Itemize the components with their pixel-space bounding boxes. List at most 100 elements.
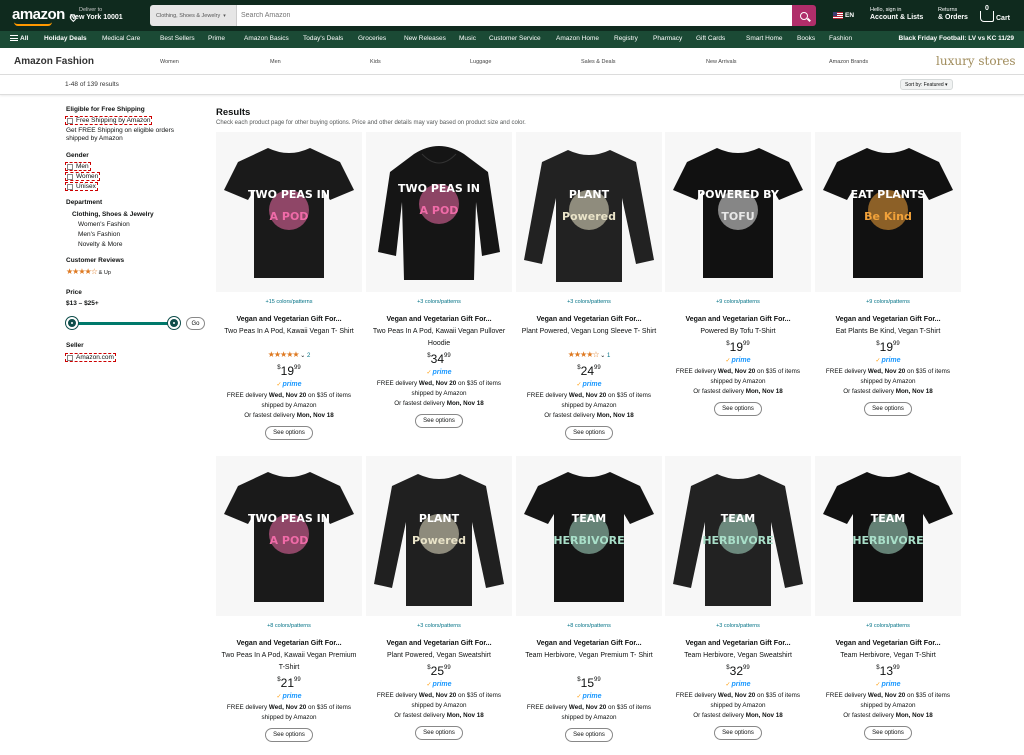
nav-item-books[interactable]: Books [797, 35, 815, 42]
see-options-button[interactable]: See options [265, 728, 313, 742]
checkbox-unisex[interactable]: Unisex [65, 182, 98, 191]
color-options-link[interactable]: +9 colors/patterns [665, 299, 811, 305]
product-image-frame[interactable]: TWO PEAS IN A POD [216, 456, 362, 616]
product-card[interactable]: TWO PEAS IN A POD +15 colors/patterns Vegan… [216, 132, 362, 440]
nav-item-medical-care[interactable]: Medical Care [102, 35, 140, 42]
product-image[interactable]: POWERED BY TOFU [665, 132, 811, 292]
product-price[interactable]: $3299 [665, 664, 811, 678]
nav-item-new-releases[interactable]: New Releases [404, 35, 446, 42]
product-title[interactable]: Powered By Tofu T-Shirt [669, 326, 807, 338]
account-lists[interactable]: Hello, sign in Account & Lists [870, 7, 923, 22]
nav-item-todays-deals[interactable]: Today's Deals [303, 35, 343, 42]
product-image-frame[interactable]: TEAM HERBIVORE [815, 456, 961, 616]
nav-item-gift-cards[interactable]: Gift Cards [696, 35, 725, 42]
see-options-button[interactable]: See options [714, 726, 762, 740]
product-price[interactable]: $1599 [516, 676, 662, 690]
product-image-frame[interactable]: PLANT Powered [366, 456, 512, 616]
product-image-frame[interactable]: EAT PLANTS Be Kind [815, 132, 961, 292]
product-rating[interactable]: ★★★★★ ⌄ 2 [216, 350, 362, 359]
color-options-link[interactable]: +9 colors/patterns [815, 299, 961, 305]
checkbox-women[interactable]: Women [65, 172, 101, 181]
rating-count[interactable]: 1 [607, 353, 610, 359]
product-price[interactable]: $1999 [665, 340, 811, 354]
product-card[interactable]: EAT PLANTS Be Kind +9 colors/patterns Vegan… [815, 132, 961, 432]
product-title[interactable]: Plant Powered, Vegan Long Sleeve T- Shir… [520, 326, 658, 338]
product-price[interactable]: $1399 [815, 664, 961, 678]
subnav-link-men[interactable]: Men [270, 59, 281, 65]
product-title[interactable]: Two Peas In A Pod, Kawaii Vegan Premium … [220, 650, 358, 674]
nav-all-menu[interactable]: All [10, 35, 28, 42]
product-price[interactable]: $1999 [216, 364, 362, 378]
product-brand-title[interactable]: Vegan and Vegetarian Gift For... [669, 315, 807, 324]
see-options-button[interactable]: See options [714, 402, 762, 416]
search-button[interactable] [792, 5, 816, 26]
product-brand-title[interactable]: Vegan and Vegetarian Gift For... [520, 315, 658, 324]
product-title[interactable]: Plant Powered, Vegan Sweatshirt [370, 650, 508, 662]
nav-promo-link[interactable]: Black Friday Football: LV vs KC 11/29 [899, 35, 1014, 42]
checkbox-free-shipping[interactable]: Free Shipping by Amazon [65, 116, 153, 125]
product-image-frame[interactable]: TEAM HERBIVORE [665, 456, 811, 616]
see-options-button[interactable]: See options [864, 726, 912, 740]
cart-button[interactable]: 0 Cart [980, 5, 1010, 22]
returns-orders[interactable]: Returns & Orders [938, 7, 968, 22]
price-slider-max-handle[interactable] [168, 317, 180, 329]
product-card[interactable]: TWO PEAS IN A POD +8 colors/patterns Vegan … [216, 456, 362, 755]
product-brand-title[interactable]: Vegan and Vegetarian Gift For... [669, 639, 807, 648]
nav-item-amazon-basics[interactable]: Amazon Basics [244, 35, 289, 42]
product-image-frame[interactable]: TWO PEAS IN A POD [366, 132, 512, 292]
product-card[interactable]: TWO PEAS IN A POD +3 colors/patterns Vegan … [366, 132, 512, 432]
product-price[interactable]: $2599 [366, 664, 512, 678]
see-options-button[interactable]: See options [265, 426, 313, 440]
product-brand-title[interactable]: Vegan and Vegetarian Gift For... [220, 639, 358, 648]
see-options-button[interactable]: See options [415, 414, 463, 428]
product-price[interactable]: $3499 [366, 352, 512, 366]
nav-item-holiday-deals[interactable]: Holiday Deals [44, 35, 87, 42]
product-image-frame[interactable]: TEAM HERBIVORE [516, 456, 662, 616]
dept-link-novelty[interactable]: Novelty & More [78, 241, 122, 248]
nav-item-best-sellers[interactable]: Best Sellers [160, 35, 195, 42]
see-options-button[interactable]: See options [415, 726, 463, 740]
checkbox-amazon-com[interactable]: Amazon.com [65, 353, 116, 362]
product-image[interactable]: TWO PEAS IN A POD [366, 132, 512, 292]
subnav-link-kids[interactable]: Kids [370, 59, 381, 65]
product-image[interactable]: TEAM HERBIVORE [815, 456, 961, 616]
nav-item-prime[interactable]: Prime [208, 35, 225, 42]
search-category-select[interactable]: Clothing, Shoes & Jewelry ▾ [150, 5, 237, 26]
amazon-logo[interactable]: amazon [12, 6, 65, 23]
sort-dropdown[interactable]: Sort by: Featured ▾ [900, 79, 953, 90]
subnav-link-luggage[interactable]: Luggage [470, 59, 491, 65]
nav-item-customer-service[interactable]: Customer Service [489, 35, 541, 42]
subnav-link-women[interactable]: Women [160, 59, 179, 65]
nav-item-fashion[interactable]: Fashion [829, 35, 852, 42]
product-title[interactable]: Team Herbivore, Vegan Sweatshirt [669, 650, 807, 662]
product-image[interactable]: PLANT Powered [516, 132, 662, 292]
product-brand-title[interactable]: Vegan and Vegetarian Gift For... [819, 315, 957, 324]
product-image[interactable]: TWO PEAS IN A POD [216, 456, 362, 616]
color-options-link[interactable]: +3 colors/patterns [516, 299, 662, 305]
color-options-link[interactable]: +8 colors/patterns [516, 623, 662, 629]
product-card[interactable]: POWERED BY TOFU +9 colors/patterns Vegan an… [665, 132, 811, 432]
color-options-link[interactable]: +3 colors/patterns [665, 623, 811, 629]
product-rating[interactable]: ★★★★☆ ⌄ 1 [516, 350, 662, 359]
product-image[interactable]: PLANT Powered [366, 456, 512, 616]
subnav-link-sales-deals[interactable]: Sales & Deals [581, 59, 616, 65]
subnav-title[interactable]: Amazon Fashion [14, 56, 94, 67]
product-card[interactable]: PLANT Powered +3 colors/patterns Vegan and … [366, 456, 512, 755]
color-options-link[interactable]: +15 colors/patterns [216, 299, 362, 305]
color-options-link[interactable]: +3 colors/patterns [366, 299, 512, 305]
subnav-link-amazon-brands[interactable]: Amazon Brands [829, 59, 868, 65]
price-slider-min-handle[interactable] [66, 317, 78, 329]
product-card[interactable]: TEAM HERBIVORE +3 colors/patterns Vegan and… [665, 456, 811, 755]
rating-count[interactable]: 2 [307, 353, 310, 359]
subnav-link-new-arrivals[interactable]: New Arrivals [706, 59, 737, 65]
reviews-4-up-link[interactable]: ★★★★☆ & Up [66, 267, 111, 276]
language-selector[interactable]: EN [833, 12, 854, 19]
product-image[interactable]: TEAM HERBIVORE [665, 456, 811, 616]
color-options-link[interactable]: +9 colors/patterns [815, 623, 961, 629]
product-title[interactable]: Team Herbivore, Vegan Premium T- Shirt [520, 650, 658, 662]
see-options-button[interactable]: See options [565, 426, 613, 440]
dept-link-womens[interactable]: Women's Fashion [78, 221, 130, 228]
price-go-button[interactable]: Go [186, 317, 205, 330]
product-image-frame[interactable]: POWERED BY TOFU [665, 132, 811, 292]
nav-item-music[interactable]: Music [459, 35, 476, 42]
